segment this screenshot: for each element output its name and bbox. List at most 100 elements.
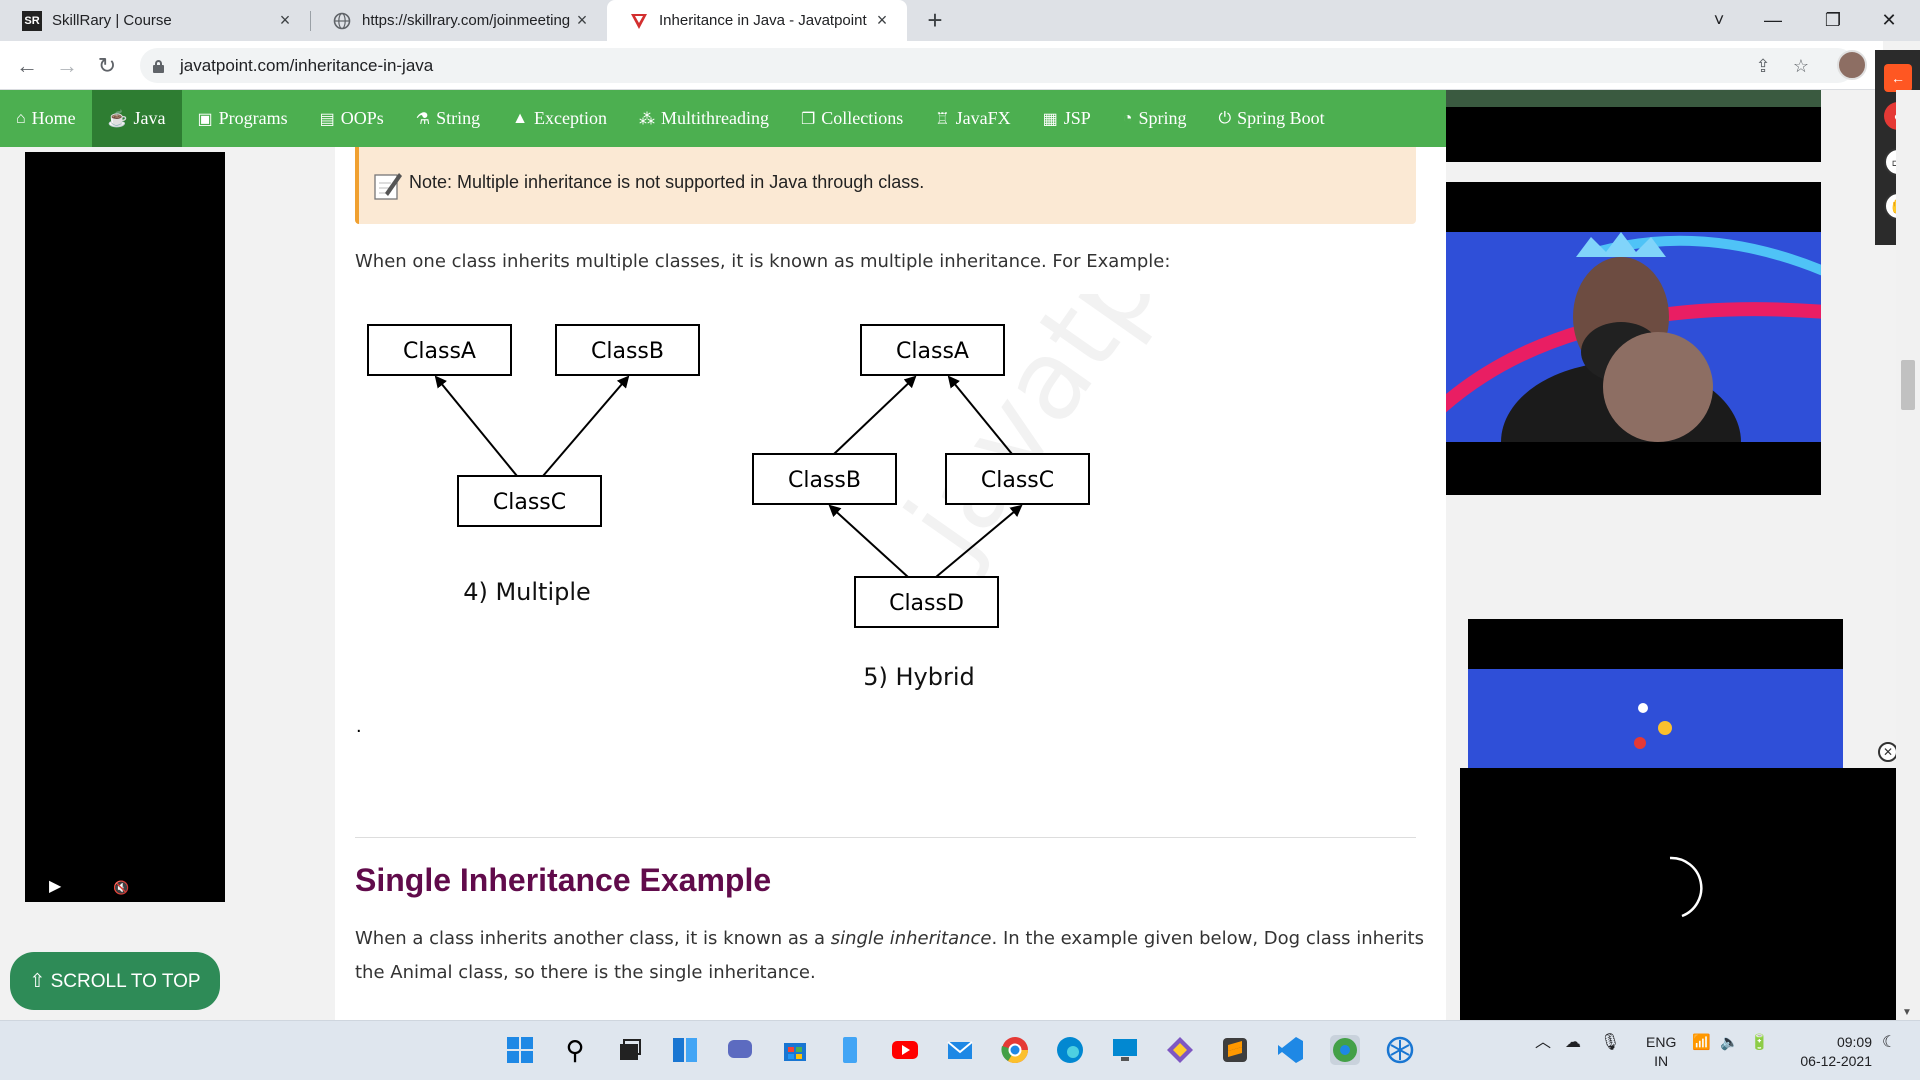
remote-desktop-icon[interactable]	[1110, 1035, 1140, 1065]
section-title: Single Inheritance Example	[355, 862, 772, 898]
bookmark-star-icon[interactable]: ☆	[1788, 53, 1814, 79]
nav-oops[interactable]: ▤ OOPs	[304, 90, 400, 147]
left-video-ad[interactable]: ▶ 🔇	[25, 152, 225, 902]
close-tab-icon[interactable]: ×	[871, 10, 893, 31]
volume-icon[interactable]: 🔈	[1720, 1033, 1739, 1052]
widgets-icon[interactable]	[670, 1035, 700, 1065]
share-icon[interactable]: ⇪	[1750, 53, 1776, 79]
language-indicator[interactable]: ENG IN	[1646, 1033, 1676, 1071]
loading-video-player[interactable]	[1460, 768, 1896, 1020]
web-page: ⌂ Home ☕ Java ▣ Programs ▤ OOPs ⚗ String ▲ Exc…	[0, 90, 1896, 1020]
tray-chevron-up-icon[interactable]: ︿	[1535, 1033, 1551, 1052]
mail-icon[interactable]	[945, 1035, 975, 1065]
restore-button[interactable]: ❐	[1806, 0, 1860, 41]
right-top-video[interactable]	[1446, 90, 1821, 162]
article-content: Note: Multiple inheritance is not suppor…	[335, 147, 1446, 1020]
clock-time: 09:09	[1836, 1034, 1872, 1050]
region-code: IN	[1654, 1053, 1669, 1069]
nav-spring[interactable]: ◔ Spring	[1107, 90, 1203, 147]
image-icon: ▤	[319, 110, 335, 128]
scrollbar-thumb[interactable]	[1901, 360, 1915, 410]
nav-label: Collections	[821, 108, 904, 128]
close-window-button[interactable]: ✕	[1862, 0, 1916, 41]
battery-icon[interactable]: 🔋	[1750, 1033, 1769, 1052]
javatpoint-favicon	[629, 11, 649, 31]
diagram-caption: 4) Multiple	[463, 578, 591, 606]
url-omnibox[interactable]: javatpoint.com/inheritance-in-java ⇪ ☆	[140, 48, 1855, 83]
intro-paragraph: When one class inherits multiple classes…	[355, 251, 1171, 272]
windows-taskbar: ⚲ ︿ ☁ 🎙 ENG IN 📶 🔈 🔋 09:09 06-12-2021 ☾	[0, 1020, 1920, 1080]
nav-programs[interactable]: ▣ Programs	[182, 90, 304, 147]
nav-label: Java	[133, 108, 166, 128]
power-icon: ⏻	[1218, 109, 1232, 127]
webcam-video-overlay[interactable]	[1446, 182, 1821, 495]
play-icon[interactable]: ▶	[49, 876, 61, 896]
house-icon: ⌂	[16, 109, 26, 127]
scroll-down-arrow-icon[interactable]: ▼	[1902, 1007, 1912, 1018]
lock-icon[interactable]	[152, 59, 166, 73]
class-label: ClassB	[788, 468, 861, 493]
nav-spring-boot[interactable]: ⏻ Spring Boot	[1202, 90, 1340, 147]
tab-title: Inheritance in Java - Javatpoint	[659, 12, 867, 29]
back-arrow-icon[interactable]: ←	[12, 51, 42, 81]
chrome-profile-icon[interactable]	[1330, 1035, 1360, 1065]
store-icon[interactable]	[780, 1035, 810, 1065]
nav-java[interactable]: ☕ Java	[91, 90, 182, 147]
profile-avatar[interactable]	[1837, 50, 1867, 80]
task-view-icon[interactable]	[615, 1035, 645, 1065]
inheritance-diagram: javatpoint ClassA ClassB ClassC 4) Multi…	[367, 294, 1304, 691]
minimize-button[interactable]: —	[1746, 0, 1800, 41]
nav-exception[interactable]: ▲ Exception	[496, 90, 623, 147]
nav-label: String	[436, 108, 481, 128]
leaf-icon: ◔	[1122, 109, 1133, 127]
app-diamond-icon[interactable]	[1165, 1035, 1195, 1065]
file-explorer-icon[interactable]	[835, 1035, 865, 1065]
para-emphasis: single inheritance	[830, 928, 992, 949]
new-tab-button[interactable]: +	[920, 6, 950, 36]
youtube-icon[interactable]	[890, 1035, 920, 1065]
vscode-icon[interactable]	[1275, 1035, 1305, 1065]
nav-string[interactable]: ⚗ String	[400, 90, 496, 147]
close-tab-icon[interactable]: ×	[274, 10, 296, 31]
nav-collections[interactable]: ❐ Collections	[785, 90, 919, 147]
class-label: ClassA	[896, 339, 969, 364]
chat-icon[interactable]	[725, 1035, 755, 1065]
nav-home[interactable]: ⌂ Home	[0, 90, 92, 147]
url-text[interactable]: javatpoint.com/inheritance-in-java	[180, 56, 433, 76]
nav-jsp[interactable]: ▦ JSP	[1027, 90, 1107, 147]
chrome-icon[interactable]	[1000, 1035, 1030, 1065]
monitor-icon: ▣	[197, 110, 213, 128]
inheritance-arrow	[434, 375, 518, 477]
class-label: ClassC	[981, 468, 1054, 493]
edge-icon[interactable]	[1055, 1035, 1085, 1065]
back-arrow-icon[interactable]: ←	[1884, 64, 1912, 92]
mute-icon[interactable]: 🔇	[113, 880, 129, 896]
snowflake-app-icon[interactable]	[1385, 1035, 1415, 1065]
clock[interactable]: 09:09 06-12-2021	[1792, 1033, 1872, 1071]
screen-share-preview[interactable]	[1468, 619, 1843, 769]
wifi-icon[interactable]: 📶	[1692, 1033, 1711, 1052]
warning-icon: ▲	[512, 109, 528, 127]
nav-multithreading[interactable]: ⁂ Multithreading	[623, 90, 785, 147]
search-icon[interactable]: ⚲	[560, 1035, 590, 1065]
close-icon[interactable]: ✕	[1878, 742, 1896, 762]
site-navigation: ⌂ Home ☕ Java ▣ Programs ▤ OOPs ⚗ String ▲ Exc…	[0, 90, 1446, 147]
windows-start-icon[interactable]	[505, 1035, 535, 1065]
nav-label: Multithreading	[660, 108, 769, 128]
scroll-to-top-button[interactable]: ⇧ SCROLL TO TOP	[10, 952, 220, 1010]
tab-search-icon[interactable]: ˅	[1692, 0, 1746, 41]
notifications-icon[interactable]: ☾	[1882, 1033, 1896, 1052]
onedrive-offline-icon[interactable]: ☁	[1565, 1033, 1581, 1052]
forward-arrow-icon[interactable]: →	[52, 51, 82, 81]
microphone-icon[interactable]: 🎙	[1600, 1033, 1620, 1052]
tab-skillrary[interactable]: SR SkillRary | Course ×	[0, 0, 310, 41]
close-tab-icon[interactable]: ×	[571, 10, 593, 31]
class-label: ClassA	[403, 339, 476, 364]
page-scrollbar[interactable]: ▼	[1896, 90, 1920, 1020]
tab-joinmeeting[interactable]: https://skillrary.com/joinmeeting ×	[310, 0, 607, 41]
nav-javafx[interactable]: ♖ JavaFX	[919, 90, 1026, 147]
tab-javatpoint[interactable]: Inheritance in Java - Javatpoint ×	[607, 0, 907, 41]
sublime-text-icon[interactable]	[1220, 1035, 1250, 1065]
nav-label: Exception	[533, 108, 607, 128]
reload-icon[interactable]: ↻	[92, 51, 122, 81]
